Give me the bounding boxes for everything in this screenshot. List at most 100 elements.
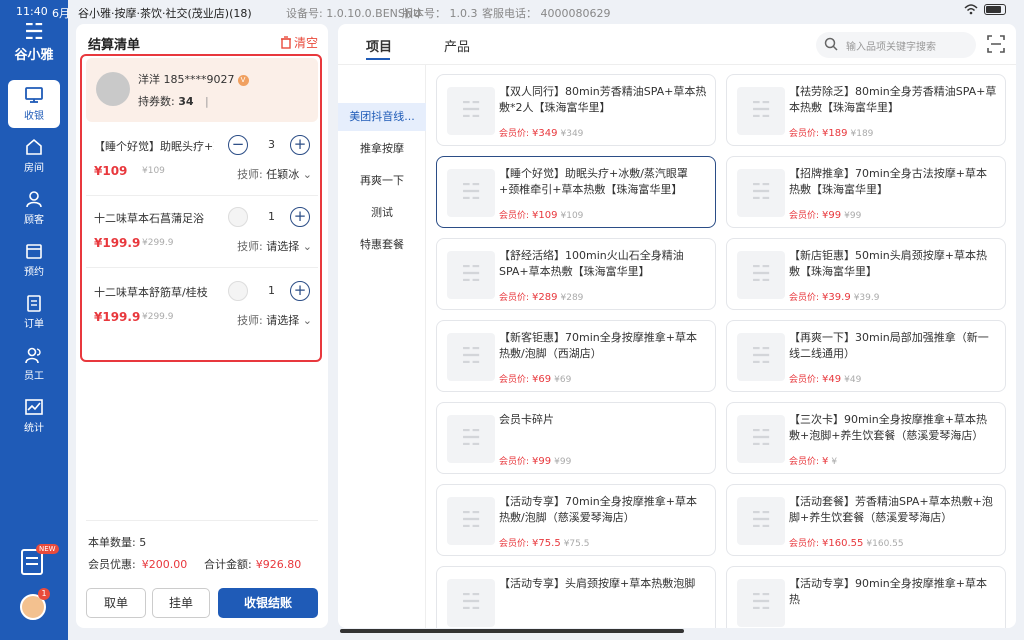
tech-label: 技师:	[237, 240, 263, 253]
product-price-row: 会员价: ¥39.9 ¥39.9	[789, 290, 879, 303]
cart-item[interactable]: 十二味草本石菖蒲足浴 ¥199.9 ¥299.9 1 + 技师: 请选择 ⌄	[86, 202, 318, 268]
category-item[interactable]: 美团抖音线...	[338, 103, 426, 131]
plus-button[interactable]: +	[290, 207, 310, 227]
category-item[interactable]: 再爽一下	[338, 167, 426, 195]
minus-button[interactable]	[228, 207, 248, 227]
product-card[interactable]: ☵ 【睡个好觉】助眠头疗+冰敷/蒸汽眼罩+颈椎牵引+草本热敷【珠海富华里】 会员价:…	[436, 156, 716, 228]
home-indicator	[340, 629, 684, 633]
nav-item-booking[interactable]: 预约	[8, 236, 60, 284]
side-nav: ☵ 谷小雅 收银 房间 顾客 预约 订单 员工 统计 NEW 1	[0, 0, 68, 640]
product-price-row: 会员价: ¥349 ¥349	[499, 126, 583, 139]
tab-products[interactable]: 产品	[444, 36, 470, 55]
product-price-row: 会员价: ¥99 ¥99	[789, 208, 861, 221]
text-cursor: |	[205, 95, 209, 108]
product-orig-price: ¥69	[554, 375, 572, 385]
status-bar: 11:40 6月 谷小雅·按摩·茶饮·社交(茂业店)(18) 设备号: 1.0.…	[0, 0, 1024, 24]
product-thumb-icon: ☵	[737, 251, 785, 299]
price-label: 会员价:	[499, 375, 530, 385]
checkout-button[interactable]: 收银结账	[218, 588, 318, 618]
plus-button[interactable]: +	[290, 135, 310, 155]
product-card[interactable]: ☵ 【活动套餐】芳香精油SPA+草本热敷+泡脚+养生饮套餐（慈溪爱琴海店） 会员价:…	[726, 484, 1006, 556]
product-card[interactable]: ☵ 【新店钜惠】50min头肩颈按摩+草本热敷【珠海富华里】 会员价: ¥39.9 ¥3…	[726, 238, 1006, 310]
product-price-row: 会员价: ¥189 ¥189	[789, 126, 873, 139]
nav-item-staff[interactable]: 员工	[8, 340, 60, 388]
cart-item[interactable]: 十二味草本舒筋草/桂枝 ¥199.9 ¥299.9 1 + 技师: 请选择 ⌄	[86, 276, 318, 342]
person-icon	[26, 191, 42, 208]
product-name: 【新客钜惠】70min全身按摩推拿+草本热敷/泡脚（西湖店）	[499, 331, 697, 360]
checkout-panel: 结算清单 清空 洋洋 185****9027 V 持券数: 34 | 【睡个好觉】…	[76, 24, 328, 628]
chevron-down-icon: ⌄	[302, 168, 312, 181]
chart-icon	[25, 399, 43, 415]
category-item[interactable]: 推拿按摩	[338, 135, 426, 163]
product-thumb-icon: ☵	[447, 579, 495, 627]
nav-item-stats[interactable]: 统计	[8, 392, 60, 440]
discount-label: 会员优惠:	[88, 558, 136, 571]
version: 版本号： 1.0.3	[402, 7, 478, 20]
product-price-row: 会员价: ¥160.55 ¥160.55	[789, 536, 904, 549]
product-card[interactable]: ☵ 【祛劳除乏】80min全身芳香精油SPA+草本热敷【珠海富华里】 会员价: ¥18…	[726, 74, 1006, 146]
tech-select[interactable]: 技师: 请选择 ⌄	[237, 238, 312, 254]
product-card[interactable]: ☵ 【活动专享】头肩颈按摩+草本热敷泡脚	[436, 566, 716, 628]
item-qty: 3	[268, 138, 275, 151]
nav-item-orders[interactable]: 订单	[8, 288, 60, 336]
cart-item[interactable]: 【睡个好觉】助眠头疗+冰敷 ¥109 ¥109 − 3 + 技师: 任颖冰 ⌄	[86, 130, 318, 196]
clear-button[interactable]: 清空	[280, 34, 318, 51]
product-card[interactable]: ☵ 会员卡碎片 会员价: ¥99 ¥99	[436, 402, 716, 474]
total-amount: 合计金额: ¥926.80	[204, 556, 301, 572]
nav-item-rooms[interactable]: 房间	[8, 132, 60, 180]
item-count: 本单数量: 5	[88, 534, 146, 550]
item-price: ¥199.9	[94, 236, 141, 250]
product-orig-price: ¥349	[560, 129, 584, 139]
product-card[interactable]: ☵ 【舒经活络】100min火山石全身精油SPA+草本热敷【珠海富华里】 会员价: ¥…	[436, 238, 716, 310]
plus-button[interactable]: +	[290, 281, 310, 301]
category-item[interactable]: 特惠套餐	[338, 231, 426, 259]
product-thumb-icon: ☵	[447, 87, 495, 135]
category-item[interactable]: 测试	[338, 199, 426, 227]
product-card[interactable]: ☵ 【招牌推拿】70min全身古法按摩+草本热敷【珠海富华里】 会员价: ¥99 ¥99	[726, 156, 1006, 228]
product-orig-price: ¥75.5	[563, 539, 590, 549]
tab-projects[interactable]: 项目	[366, 36, 392, 55]
product-orig-price: ¥289	[560, 293, 584, 303]
nav-item-cashier[interactable]: 收银	[8, 80, 60, 128]
product-thumb-icon: ☵	[737, 579, 785, 627]
product-name: 【再爽一下】30min局部加强推拿（新一线二线通用）	[789, 331, 989, 360]
product-card[interactable]: ☵ 【新客钜惠】70min全身按摩推拿+草本热敷/泡脚（西湖店） 会员价: ¥69 ¥6…	[436, 320, 716, 392]
member-discount: 会员优惠: ¥200.00	[88, 556, 187, 572]
scan-icon[interactable]	[986, 34, 1006, 54]
monitor-icon	[25, 87, 43, 103]
product-card[interactable]: ☵ 【三次卡】90min全身按摩推拿+草本热敷+泡脚+养生饮套餐（慈溪爱琴海店） 会…	[726, 402, 1006, 474]
item-name: 十二味草本舒筋草/桂枝	[94, 286, 208, 299]
search-icon	[824, 37, 838, 51]
product-thumb-icon: ☵	[447, 415, 495, 463]
item-price: ¥199.9	[94, 310, 141, 324]
member-card[interactable]: 洋洋 185****9027 V 持券数: 34 |	[86, 58, 318, 122]
product-thumb-icon: ☵	[737, 87, 785, 135]
item-qty: 1	[268, 284, 275, 297]
tech-select[interactable]: 技师: 请选择 ⌄	[237, 312, 312, 328]
product-orig-price: ¥189	[850, 129, 874, 139]
product-name: 【活动专享】70min全身按摩推拿+草本热敷/泡脚（慈溪爱琴海店）	[499, 495, 697, 524]
product-card[interactable]: ☵ 【再爽一下】30min局部加强推拿（新一线二线通用） 会员价: ¥49 ¥49	[726, 320, 1006, 392]
calendar-icon	[26, 244, 42, 259]
clipboard-icon	[27, 295, 41, 312]
hang-order-button[interactable]: 挂单	[152, 588, 210, 618]
nav-item-customers[interactable]: 顾客	[8, 184, 60, 232]
product-price-row: 会员价: ¥75.5 ¥75.5	[499, 536, 589, 549]
product-card[interactable]: ☵ 【活动专享】90min全身按摩推拿+草本热	[726, 566, 1006, 628]
nav-label: 预约	[24, 267, 44, 278]
vip-icon: V	[237, 74, 249, 86]
product-price: ¥39.9	[822, 292, 851, 303]
minus-button[interactable]	[228, 281, 248, 301]
minus-button[interactable]: −	[228, 135, 248, 155]
product-card[interactable]: ☵ 【双人同行】80min芳香精油SPA+草本热敷*2人【珠海富华里】 会员价: ¥3…	[436, 74, 716, 146]
take-order-button[interactable]: 取单	[86, 588, 146, 618]
discount-value: ¥200.00	[141, 558, 188, 571]
tech-select[interactable]: 技师: 任颖冰 ⌄	[237, 166, 312, 182]
product-thumb-icon: ☵	[447, 251, 495, 299]
item-name: 【睡个好觉】助眠头疗+冰敷	[94, 140, 214, 153]
product-card[interactable]: ☵ 【活动专享】70min全身按摩推拿+草本热敷/泡脚（慈溪爱琴海店） 会员价: ¥7…	[436, 484, 716, 556]
product-price: ¥99	[822, 210, 842, 221]
clock: 11:40	[16, 5, 48, 18]
tech-value: 请选择	[266, 314, 300, 327]
search-input[interactable]: 输入品项关键字搜索	[816, 32, 976, 58]
